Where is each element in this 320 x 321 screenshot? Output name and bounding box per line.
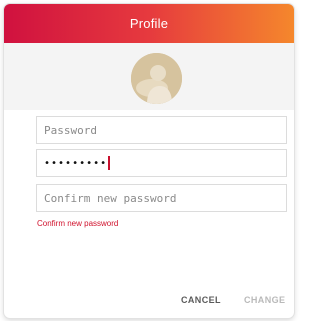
new-password-input[interactable]: ••••••••• — [36, 149, 287, 177]
cancel-button[interactable]: CANCEL — [181, 295, 221, 305]
dialog-header: Profile — [4, 4, 294, 43]
validation-error: Confirm new password — [37, 219, 119, 228]
user-avatar-icon[interactable] — [131, 53, 182, 104]
confirm-password-input[interactable]: Confirm new password — [36, 184, 287, 212]
text-cursor — [108, 156, 111, 170]
confirm-password-placeholder: Confirm new password — [44, 191, 177, 205]
profile-dialog: Profile Password ••••••••• Confirm new p… — [4, 4, 294, 318]
dialog-title: Profile — [129, 16, 169, 31]
change-button[interactable]: CHANGE — [244, 295, 285, 305]
current-password-input[interactable]: Password — [36, 116, 287, 144]
current-password-placeholder: Password — [44, 123, 97, 137]
avatar-section — [4, 43, 294, 110]
new-password-value: ••••••••• — [44, 157, 108, 169]
